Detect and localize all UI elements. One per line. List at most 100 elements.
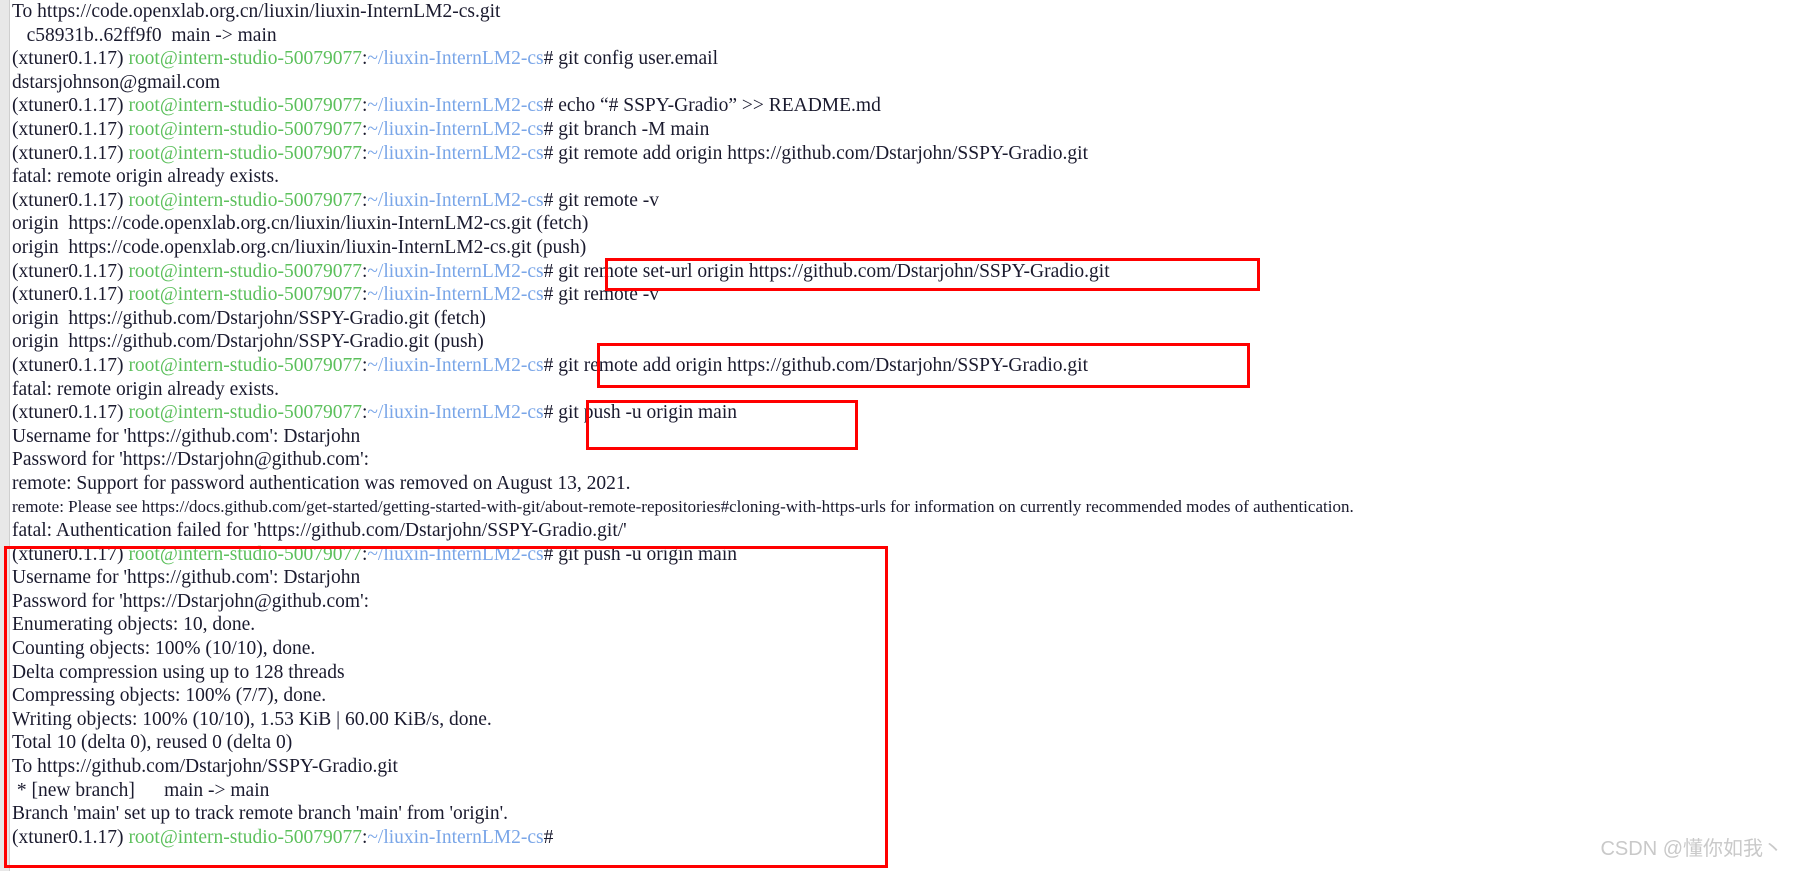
prompt-env: (xtuner0.1.17) [12, 543, 129, 565]
terminal-prompt-line: (xtuner0.1.17) root@intern-studio-500790… [12, 118, 1795, 142]
prompt-env: (xtuner0.1.17) [12, 260, 129, 282]
prompt-path: ~/liuxin-InternLM2-cs [367, 95, 544, 117]
terminal-prompt-line: (xtuner0.1.17) root@intern-studio-500790… [12, 826, 1795, 850]
terminal-command-text: git remote -v [553, 189, 659, 211]
terminal-output-text: fatal: remote origin already exists. [12, 378, 279, 400]
terminal-output-text: To https://github.com/Dstarjohn/SSPY-Gra… [12, 756, 398, 777]
terminal-command-text: echo “# SSPY-Gradio” >> README.md [553, 95, 881, 117]
terminal-output-line: Username for 'https://github.com': Dstar… [12, 425, 1795, 449]
terminal-output-text: fatal: remote origin already exists. [12, 166, 279, 188]
terminal-command-text: git remote add origin https://github.com… [553, 354, 1088, 376]
prompt-path: ~/liuxin-InternLM2-cs [367, 543, 544, 565]
terminal-output-text: remote: Please see https://docs.github.c… [12, 497, 1354, 517]
terminal-output-text: * [new branch] main -> main [12, 779, 270, 801]
prompt-hash: # [543, 142, 554, 164]
terminal-output-line: To https://github.com/Dstarjohn/SSPY-Gra… [12, 755, 1795, 779]
terminal-prompt-line: (xtuner0.1.17) root@intern-studio-500790… [12, 260, 1795, 284]
terminal-output-text: Branch 'main' set up to track remote bra… [12, 803, 508, 825]
prompt-user-host: root@intern-studio-50079077 [128, 354, 362, 376]
terminal-output-line: Compressing objects: 100% (7/7), done. [12, 684, 1795, 708]
terminal-output-pane[interactable]: To https://code.openxlab.org.cn/liuxin/l… [12, 0, 1795, 871]
prompt-user-host: root@intern-studio-50079077 [128, 48, 362, 70]
prompt-hash: # [543, 189, 554, 211]
prompt-path: ~/liuxin-InternLM2-cs [367, 260, 544, 282]
terminal-output-line: remote: Support for password authenticat… [12, 472, 1795, 496]
prompt-path: ~/liuxin-InternLM2-cs [367, 189, 544, 211]
prompt-env: (xtuner0.1.17) [12, 48, 129, 70]
terminal-command-text: git config user.email [553, 48, 719, 70]
terminal-command-text: git remote add origin https://github.com… [553, 142, 1088, 164]
terminal-output-text: Username for 'https://github.com': Dstar… [12, 425, 361, 447]
terminal-output-text: origin https://code.openxlab.org.cn/liux… [12, 236, 587, 258]
terminal-output-text: fatal: Authentication failed for 'https:… [12, 520, 627, 542]
prompt-env: (xtuner0.1.17) [12, 95, 129, 117]
terminal-output-text: Delta compression using up to 128 thread… [12, 661, 345, 683]
terminal-command-text: git push -u origin main [553, 402, 738, 424]
prompt-path: ~/liuxin-InternLM2-cs [367, 118, 544, 140]
terminal-prompt-line: (xtuner0.1.17) root@intern-studio-500790… [12, 401, 1795, 425]
prompt-user-host: root@intern-studio-50079077 [128, 142, 362, 164]
terminal-output-line: Enumerating objects: 10, done. [12, 613, 1795, 637]
left-gutter [0, 0, 10, 871]
terminal-output-text: remote: Support for password authenticat… [12, 472, 631, 494]
terminal-output-line: Branch 'main' set up to track remote bra… [12, 802, 1795, 826]
prompt-hash: # [543, 543, 554, 565]
terminal-output-line: origin https://github.com/Dstarjohn/SSPY… [12, 307, 1795, 331]
prompt-path: ~/liuxin-InternLM2-cs [367, 826, 544, 848]
prompt-user-host: root@intern-studio-50079077 [128, 284, 362, 306]
prompt-user-host: root@intern-studio-50079077 [128, 95, 362, 117]
prompt-path: ~/liuxin-InternLM2-cs [367, 284, 544, 306]
prompt-user-host: root@intern-studio-50079077 [128, 402, 362, 424]
terminal-output-line: Delta compression using up to 128 thread… [12, 661, 1795, 685]
terminal-output-text: Counting objects: 100% (10/10), done. [12, 638, 316, 660]
terminal-command-text: git remote -v [553, 284, 659, 306]
prompt-hash: # [543, 402, 554, 424]
prompt-user-host: root@intern-studio-50079077 [128, 826, 362, 848]
terminal-output-text: origin https://code.openxlab.org.cn/liux… [12, 213, 589, 235]
terminal-output-text: Compressing objects: 100% (7/7), done. [12, 685, 327, 707]
terminal-output-line: Total 10 (delta 0), reused 0 (delta 0) [12, 731, 1795, 755]
prompt-user-host: root@intern-studio-50079077 [128, 189, 362, 211]
terminal-output-text: Total 10 (delta 0), reused 0 (delta 0) [12, 732, 293, 754]
terminal-output-line: Username for 'https://github.com': Dstar… [12, 566, 1795, 590]
terminal-output-text: Password for 'https://Dstarjohn@github.c… [12, 449, 370, 471]
prompt-hash: # [543, 48, 554, 70]
prompt-env: (xtuner0.1.17) [12, 189, 129, 211]
terminal-output-line: To https://code.openxlab.org.cn/liuxin/l… [12, 0, 1795, 24]
terminal-output-line: dstarsjohnson@gmail.com [12, 71, 1795, 95]
terminal-command-text: git branch -M main [553, 118, 710, 140]
terminal-output-line: fatal: Authentication failed for 'https:… [12, 519, 1795, 543]
terminal-prompt-line: (xtuner0.1.17) root@intern-studio-500790… [12, 354, 1795, 378]
terminal-prompt-line: (xtuner0.1.17) root@intern-studio-500790… [12, 189, 1795, 213]
terminal-output-text: c58931b..62ff9f0 main -> main [12, 24, 277, 46]
prompt-env: (xtuner0.1.17) [12, 284, 129, 306]
terminal-prompt-line: (xtuner0.1.17) root@intern-studio-500790… [12, 543, 1795, 567]
terminal-output-line: fatal: remote origin already exists. [12, 165, 1795, 189]
prompt-path: ~/liuxin-InternLM2-cs [367, 402, 544, 424]
terminal-output-text: origin https://github.com/Dstarjohn/SSPY… [12, 307, 486, 329]
terminal-output-text: To https://code.openxlab.org.cn/liuxin/l… [12, 1, 501, 22]
terminal-prompt-line: (xtuner0.1.17) root@intern-studio-500790… [12, 47, 1795, 71]
terminal-output-text: dstarsjohnson@gmail.com [12, 71, 221, 93]
terminal-prompt-line: (xtuner0.1.17) root@intern-studio-500790… [12, 94, 1795, 118]
terminal-output-line: * [new branch] main -> main [12, 779, 1795, 803]
prompt-hash: # [543, 284, 554, 306]
prompt-env: (xtuner0.1.17) [12, 118, 129, 140]
terminal-output-line: fatal: remote origin already exists. [12, 378, 1795, 402]
prompt-hash: # [543, 826, 554, 848]
prompt-user-host: root@intern-studio-50079077 [128, 118, 362, 140]
prompt-path: ~/liuxin-InternLM2-cs [367, 48, 544, 70]
prompt-hash: # [543, 354, 554, 376]
terminal-command-text: git remote set-url origin https://github… [553, 260, 1110, 282]
terminal-output-line: c58931b..62ff9f0 main -> main [12, 24, 1795, 48]
prompt-user-host: root@intern-studio-50079077 [128, 260, 362, 282]
prompt-path: ~/liuxin-InternLM2-cs [367, 142, 544, 164]
terminal-output-line: Password for 'https://Dstarjohn@github.c… [12, 448, 1795, 472]
terminal-output-line: origin https://code.openxlab.org.cn/liux… [12, 236, 1795, 260]
terminal-output-text: Writing objects: 100% (10/10), 1.53 KiB … [12, 708, 492, 730]
terminal-prompt-line: (xtuner0.1.17) root@intern-studio-500790… [12, 142, 1795, 166]
prompt-path: ~/liuxin-InternLM2-cs [367, 354, 544, 376]
terminal-command-text: git push -u origin main [553, 543, 738, 565]
terminal-output-line: remote: Please see https://docs.github.c… [12, 495, 1795, 519]
terminal-output-line: Writing objects: 100% (10/10), 1.53 KiB … [12, 708, 1795, 732]
